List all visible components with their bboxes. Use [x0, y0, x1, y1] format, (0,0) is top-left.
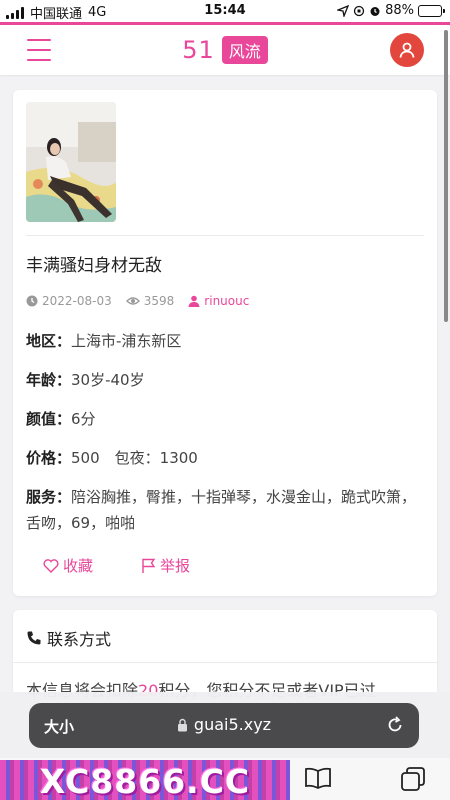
field-value: 500 包夜：1300: [71, 449, 198, 467]
favorite-button[interactable]: 收藏: [43, 555, 93, 576]
location-arrow-icon: [337, 4, 350, 17]
orientation-lock-icon: [353, 5, 365, 16]
field-label: 服务：: [26, 488, 72, 506]
battery-icon: [418, 4, 445, 17]
report-button[interactable]: 举报: [141, 555, 190, 576]
user-icon: [399, 42, 415, 58]
logo-number: 51: [182, 36, 215, 64]
address-bar[interactable]: 大小 guai5.xyz: [29, 703, 419, 748]
post-actions: 收藏 举报: [43, 555, 190, 576]
reload-icon[interactable]: [385, 715, 405, 735]
eye-icon: [125, 297, 140, 305]
tabs-icon[interactable]: [399, 766, 427, 792]
field-value: 30岁-40岁: [71, 371, 145, 389]
heart-icon: [43, 558, 59, 573]
app-header: 51 风流: [0, 25, 450, 75]
field-looks: 颜值：6分: [26, 406, 421, 432]
ad-banner[interactable]: XC8866.CC: [0, 760, 290, 800]
user-account-button[interactable]: [390, 33, 424, 67]
clock-icon: [26, 295, 38, 307]
ad-text: XC8866.CC: [39, 762, 251, 800]
field-value: 陪浴胸推，臀推，十指弹琴，水漫金山，跪式吹箫，舌吻，69，啪啪: [26, 488, 417, 532]
view-count: 3598: [143, 294, 175, 308]
logo-tag: 风流: [221, 36, 268, 64]
post-date: 2022-08-03: [42, 294, 112, 308]
phone-icon: [27, 631, 41, 645]
url-text: guai5.xyz: [193, 715, 272, 734]
author-name: rinuouc: [204, 294, 250, 308]
post-title: 丰满骚妇身材无敌: [26, 256, 162, 276]
divider: [26, 235, 424, 236]
views-meta: 3598: [125, 294, 175, 308]
battery-percent: 88%: [385, 3, 414, 18]
post-meta: 2022-08-03 3598 rinuouc: [26, 294, 263, 308]
alarm-icon: [370, 6, 380, 16]
field-services: 服务：陪浴胸推，臀推，十指弹琴，水漫金山，跪式吹箫，舌吻，69，啪啪: [26, 484, 421, 536]
field-label: 颜值：: [26, 410, 72, 428]
field-region: 地区：上海市-浦东新区: [26, 328, 421, 354]
status-right: 88%: [337, 3, 445, 18]
field-price: 价格：500 包夜：1300: [26, 445, 421, 471]
flag-icon: [142, 558, 156, 573]
field-label: 地区：: [26, 332, 72, 350]
post-photo[interactable]: [26, 102, 116, 222]
site-logo[interactable]: 51 风流: [0, 36, 450, 64]
author-meta[interactable]: rinuouc: [188, 294, 249, 308]
field-value: 6分: [71, 410, 96, 428]
field-value: 上海市-浦东新区: [71, 332, 182, 350]
report-label: 举报: [160, 557, 191, 575]
browser-toolbar: 大小 guai5.xyz: [0, 692, 450, 758]
url-display[interactable]: guai5.xyz: [29, 715, 419, 734]
photo-image: [26, 102, 116, 222]
bookmarks-icon[interactable]: [304, 766, 332, 790]
status-bar: 中国联通 4G 15:44 88%: [0, 0, 450, 22]
favorite-label: 收藏: [63, 557, 94, 575]
scrollbar[interactable]: [444, 30, 448, 322]
contact-header: 联系方式: [26, 626, 111, 650]
field-age: 年龄：30岁-40岁: [26, 367, 421, 393]
lock-icon: [177, 718, 187, 731]
field-label: 年龄：: [26, 371, 72, 389]
date-meta: 2022-08-03: [26, 294, 112, 308]
post-card: 丰满骚妇身材无敌 2022-08-03 3598 rinuouc 地区：上海市-…: [13, 90, 437, 596]
divider: [13, 662, 437, 663]
contact-title: 联系方式: [47, 630, 112, 649]
user-icon: [188, 295, 200, 307]
field-label: 价格：: [26, 449, 72, 467]
bottom-toolbar: XC8866.CC: [0, 758, 450, 800]
